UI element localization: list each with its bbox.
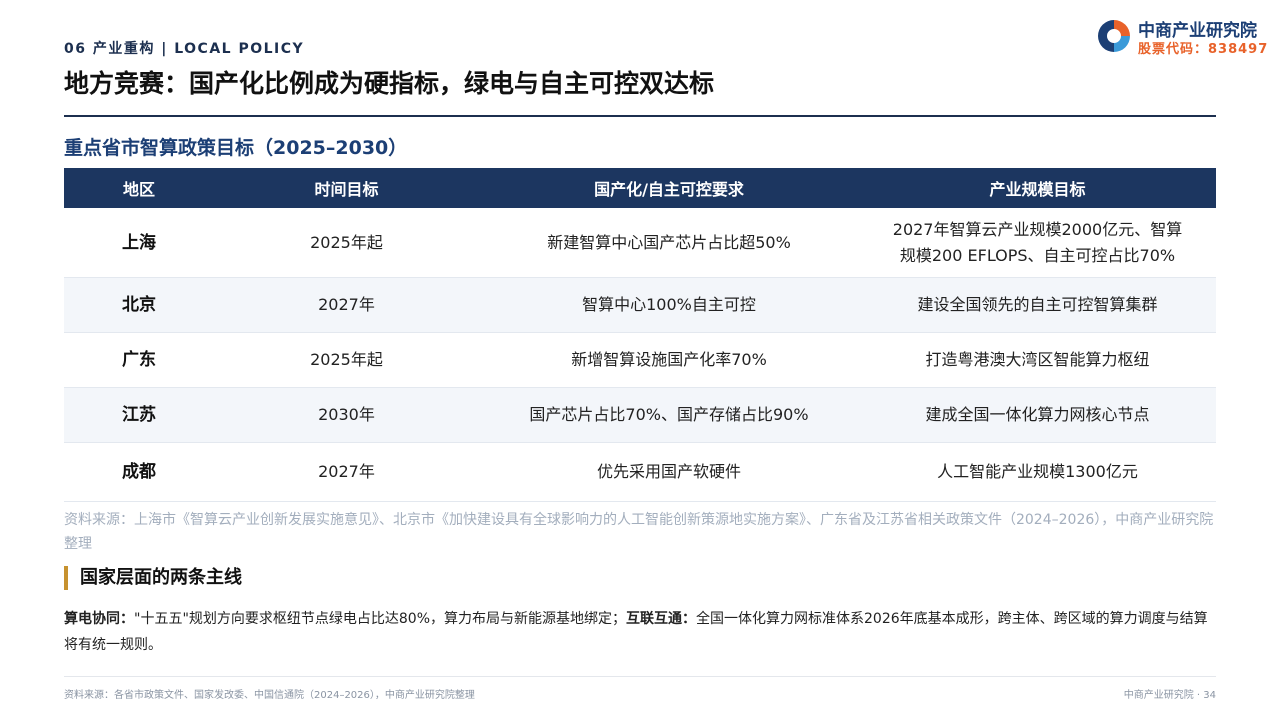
- cell-requirement: 新增智算设施国产化率70%: [479, 332, 859, 388]
- table-source-note: 资料来源：上海市《智算云产业创新发展实施意见》、北京市《加快建设具有全球影响力的…: [64, 512, 1214, 552]
- footer-page-number: 中商产业研究院 · 34: [1123, 690, 1216, 701]
- cell-region: 广东: [64, 332, 214, 388]
- policy-table: 地区 时间目标 国产化/自主可控要求 产业规模目标 上海 2025年起 新建智算…: [64, 168, 1216, 502]
- table-subtitle: 重点省市智算政策目标（2025–2030）: [64, 137, 408, 159]
- cell-time: 2027年: [214, 442, 479, 502]
- logo-mark-icon: [1098, 20, 1130, 52]
- logo-stock-code: 股票代码：838497: [1138, 42, 1269, 57]
- table-row: 江苏 2030年 国产芯片占比70%、国产存储占比90% 建成全国一体化算力网核…: [64, 387, 1216, 443]
- cell-region: 江苏: [64, 387, 214, 443]
- header-region: 地区: [64, 168, 214, 208]
- cell-scale: 2027年智算云产业规模2000亿元、智算 规模200 EFLOPS、自主可控占…: [859, 208, 1216, 278]
- header-scale-target: 产业规模目标: [859, 168, 1216, 208]
- company-logo: 中商产业研究院 股票代码：838497: [1096, 16, 1280, 60]
- cell-region: 成都: [64, 442, 214, 502]
- cell-scale: 建成全国一体化算力网核心节点: [859, 387, 1216, 443]
- cell-time: 2030年: [214, 387, 479, 443]
- table-header-row: 地区 时间目标 国产化/自主可控要求 产业规模目标: [64, 168, 1216, 208]
- table-row: 广东 2025年起 新增智算设施国产化率70% 打造粤港澳大湾区智能算力枢纽: [64, 332, 1216, 388]
- footer-divider: [64, 676, 1216, 677]
- cell-scale: 建设全国领先的自主可控智算集群: [859, 277, 1216, 333]
- header-localization-requirement: 国产化/自主可控要求: [479, 168, 859, 208]
- cell-requirement: 优先采用国产软硬件: [479, 442, 859, 502]
- cell-requirement: 智算中心100%自主可控: [479, 277, 859, 333]
- section-tag: 06 产业重构 | LOCAL POLICY: [64, 41, 305, 57]
- title-divider: [64, 115, 1216, 117]
- cell-region: 上海: [64, 208, 214, 278]
- cell-requirement: 国产芯片占比70%、国产存储占比90%: [479, 387, 859, 443]
- point-2-label: 互联互通：: [626, 611, 696, 627]
- table-row: 北京 2027年 智算中心100%自主可控 建设全国领先的自主可控智算集群: [64, 277, 1216, 333]
- point-1-label: 算电协同：: [64, 611, 134, 627]
- table-row: 上海 2025年起 新建智算中心国产芯片占比超50% 2027年智算云产业规模2…: [64, 208, 1216, 278]
- point-1-text: "十五五"规划方向要求枢纽节点绿电占比达80%，算力布局与新能源基地绑定；: [134, 611, 626, 627]
- table-row: 成都 2027年 优先采用国产软硬件 人工智能产业规模1300亿元: [64, 442, 1216, 502]
- cell-scale-line-2: 规模200 EFLOPS、自主可控占比70%: [899, 245, 1176, 265]
- cell-scale-line-1: 2027年智算云产业规模2000亿元、智算: [892, 219, 1183, 239]
- page-title: 地方竞赛：国产化比例成为硬指标，绿电与自主可控双达标: [64, 69, 715, 98]
- cell-scale: 打造粤港澳大湾区智能算力枢纽: [859, 332, 1216, 388]
- national-section-heading: 国家层面的两条主线: [64, 566, 242, 590]
- footer-source: 资料来源：各省市政策文件、国家发改委、中国信通院（2024–2026），中商产业…: [64, 690, 475, 701]
- cell-requirement: 新建智算中心国产芯片占比超50%: [479, 208, 859, 278]
- cell-time: 2025年起: [214, 332, 479, 388]
- national-section-body: 算电协同："十五五"规划方向要求枢纽节点绿电占比达80%，算力布局与新能源基地绑…: [64, 606, 1214, 658]
- cell-region: 北京: [64, 277, 214, 333]
- cell-time: 2025年起: [214, 208, 479, 278]
- cell-time: 2027年: [214, 277, 479, 333]
- header-time-target: 时间目标: [214, 168, 479, 208]
- cell-scale: 人工智能产业规模1300亿元: [859, 442, 1216, 502]
